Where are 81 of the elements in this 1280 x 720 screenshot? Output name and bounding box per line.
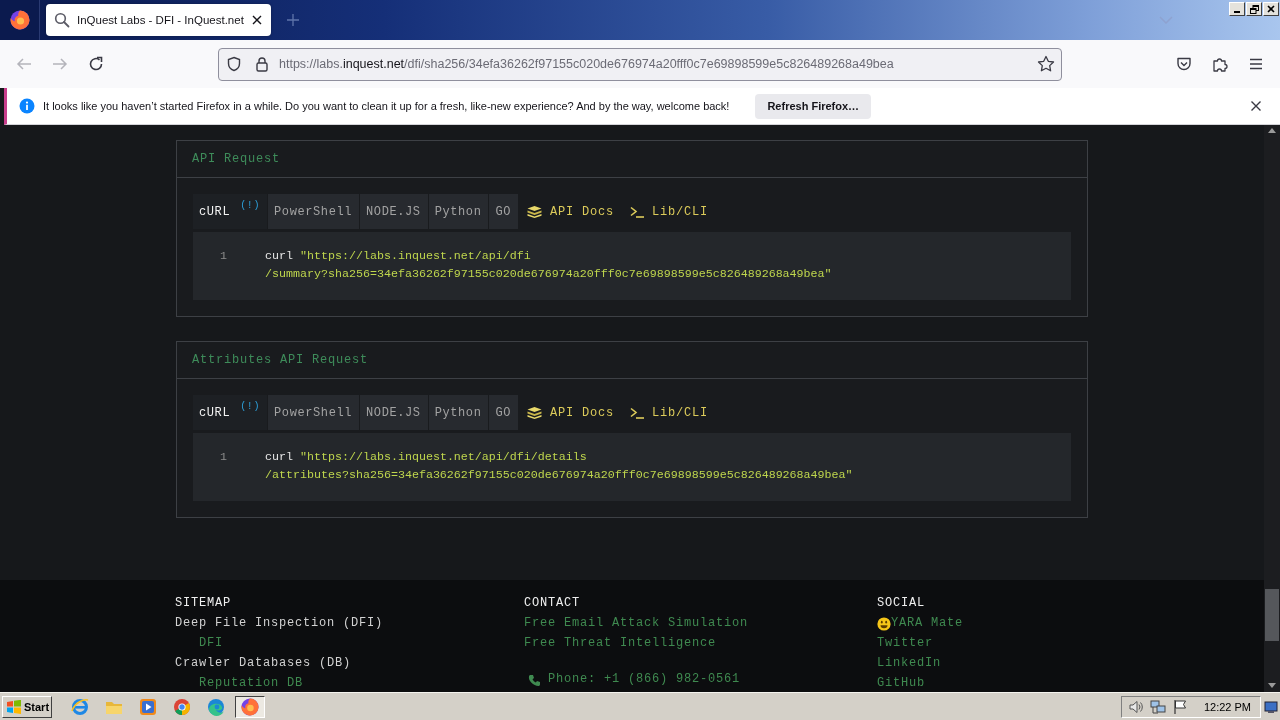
books-icon (527, 205, 543, 218)
line-number: 1 (219, 248, 227, 265)
warning-label: (!) (240, 200, 261, 211)
cli-link[interactable]: Lib/CLI (630, 395, 709, 430)
media-player-icon (139, 697, 157, 716)
footer-link[interactable]: YARA Mate (877, 616, 963, 631)
warning-label: (!) (240, 401, 261, 412)
minimize-button[interactable] (1229, 2, 1245, 16)
footer-heading: SOCIAL (877, 596, 925, 611)
firefox-icon (241, 697, 259, 716)
line-number: 1 (219, 449, 227, 466)
footer-link[interactable]: Twitter (877, 636, 933, 651)
shield-icon[interactable] (226, 56, 242, 72)
sitemap-link[interactable]: DFI (199, 636, 223, 651)
close-button[interactable] (1263, 2, 1279, 16)
notification-message: It looks like you haven’t started Firefox in a while. Do you want to clean it up for a fresh, like-new experience? And by the way, welcome back! (43, 100, 730, 112)
scroll-up-icon[interactable] (1268, 128, 1276, 133)
language-tab[interactable]: NODE.JS (360, 194, 428, 229)
panel-title: API Request (192, 152, 280, 166)
clock: 12:22 PM (1203, 700, 1251, 713)
footer-link[interactable]: Free Email Attack Simulation (524, 616, 749, 631)
api-docs-link[interactable]: API Docs (527, 395, 615, 430)
language-tab[interactable]: Python (428, 395, 489, 430)
reload-icon[interactable] (88, 56, 104, 72)
code-text: curl "https://labs.inquest.net/api/dfi/details /attributes?sha256=34efa36262f97155c020de676974a20fff0c7e69898599e5c826489268a49bea" (265, 449, 853, 484)
sitemap-link[interactable]: Reputation DB (199, 676, 303, 691)
browser-tab[interactable]: InQuest Labs - DFI - InQuest.net (46, 4, 271, 36)
language-tab[interactable]: Python (428, 194, 489, 229)
language-tab[interactable]: PowerShell (268, 194, 360, 229)
close-icon[interactable] (250, 14, 263, 26)
chrome-icon (173, 697, 191, 716)
refresh-firefox-button[interactable]: Refresh Firefox… (755, 93, 872, 119)
footer-heading: CONTACT (524, 596, 580, 611)
windows-flag-icon (6, 699, 22, 714)
footer-heading: SITEMAP (175, 596, 231, 611)
lock-icon[interactable] (254, 56, 270, 72)
language-tab[interactable]: GO (489, 194, 519, 229)
search-icon (54, 12, 70, 28)
info-icon (19, 98, 35, 114)
language-tab[interactable]: cURL (!) (193, 194, 268, 229)
flag-icon[interactable] (1172, 698, 1188, 715)
url-text: https://labs.inquest.net/dfi/sha256/34efa36262f97155c020de676974a20fff0c7e69898599e5c826489268a49bea (279, 57, 894, 71)
close-icon (1267, 5, 1275, 13)
language-tab[interactable]: NODE.JS (360, 395, 428, 430)
start-button[interactable]: Start (2, 695, 52, 718)
scrollbar[interactable] (1264, 125, 1280, 692)
sitemap-section: Crawler Databases (DB) (175, 656, 352, 671)
language-tab[interactable]: cURL (!) (193, 395, 268, 430)
edge-icon (207, 697, 225, 716)
close-icon[interactable] (1250, 100, 1262, 112)
footer-link[interactable]: GitHub (877, 676, 925, 691)
footer-link[interactable]: LinkedIn (877, 656, 941, 671)
restore-icon (1249, 4, 1259, 14)
firefox-icon[interactable] (9, 10, 30, 30)
sitemap-section: Deep File Inspection (DFI) (175, 616, 384, 631)
cli-link[interactable]: Lib/CLI (630, 194, 709, 229)
footer-link[interactable]: Free Threat Intelligence (524, 636, 717, 651)
show-desktop-icon[interactable] (1264, 699, 1278, 714)
language-tab[interactable]: PowerShell (268, 395, 360, 430)
browser-e-icon (71, 697, 89, 716)
taskbar-button[interactable] (235, 695, 265, 718)
restore-button[interactable] (1246, 2, 1262, 16)
panel-title: Attributes API Request (192, 353, 369, 367)
pocket-icon[interactable] (1176, 56, 1192, 72)
network-icon[interactable] (1150, 698, 1166, 715)
phone-icon (528, 673, 540, 686)
scrollbar-thumb[interactable] (1265, 589, 1279, 641)
books-icon (527, 406, 543, 419)
phone-link[interactable]: Phone: +1 (866) 982-0561 (528, 672, 741, 687)
smiley-icon (877, 616, 891, 631)
address-bar[interactable]: https://labs.inquest.net/dfi/sha256/34efa36262f97155c020de676974a20fff0c7e69898599e5c826489268a49bea (218, 47, 1062, 81)
api-docs-link[interactable]: API Docs (527, 194, 615, 229)
terminal-prompt-icon (630, 406, 645, 419)
language-tab[interactable]: GO (489, 395, 519, 430)
terminal-prompt-icon (630, 205, 645, 218)
puzzle-icon[interactable] (1212, 56, 1228, 72)
scroll-down-icon[interactable] (1268, 683, 1276, 688)
menu-icon[interactable] (1248, 56, 1264, 72)
speaker-icon[interactable] (1128, 698, 1144, 715)
code-text: curl "https://labs.inquest.net/api/dfi /summary?sha256=34efa36262f97155c020de676974a20fff0c7e69898599e5c826489268a49bea" (265, 248, 832, 283)
star-icon[interactable] (1037, 55, 1055, 73)
